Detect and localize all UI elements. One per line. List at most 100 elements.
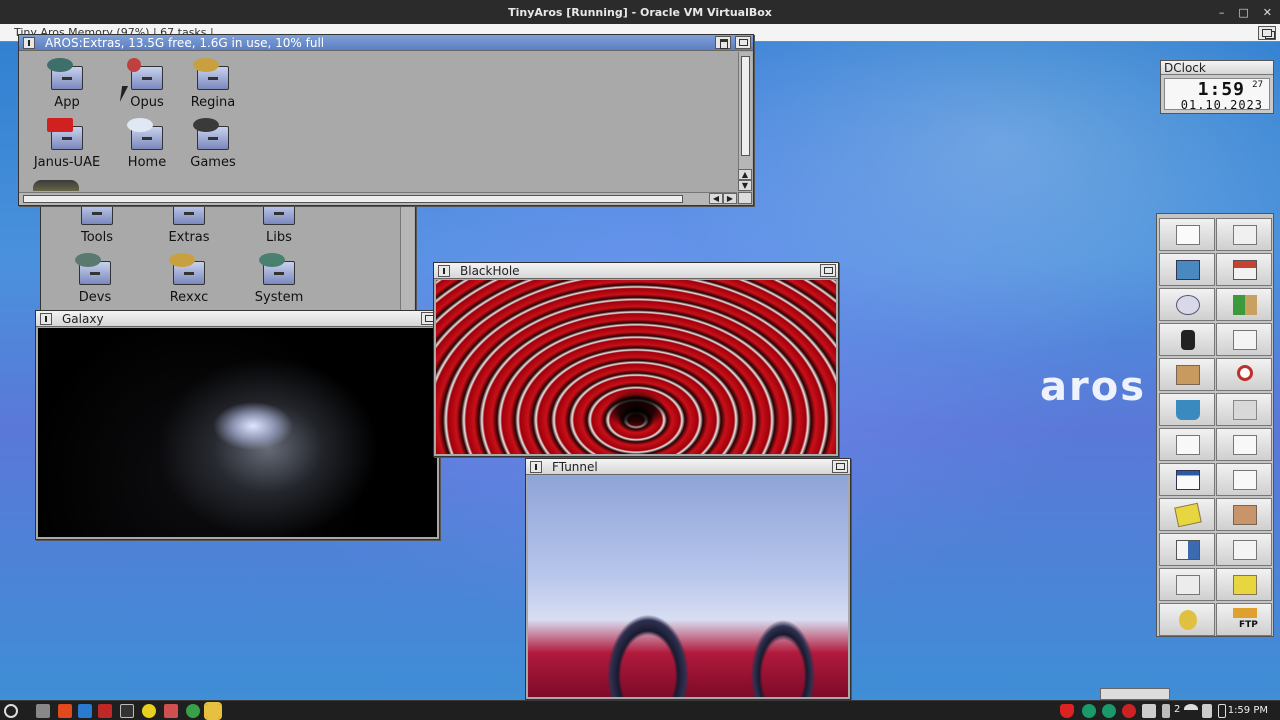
taskbar-clock[interactable]: 1:59 PM bbox=[1228, 701, 1268, 720]
drawer-icon bbox=[257, 205, 301, 227]
vscode-icon[interactable] bbox=[78, 704, 92, 718]
dock-calendar-button[interactable] bbox=[1159, 463, 1215, 496]
trash-icon bbox=[1176, 400, 1200, 420]
resize-gadget-icon[interactable] bbox=[738, 192, 752, 204]
drawer-icon-janus-uae[interactable]: Janus-UAE bbox=[27, 118, 107, 178]
drawer-icon-games[interactable]: Games bbox=[173, 118, 253, 178]
display-icon[interactable] bbox=[1142, 704, 1156, 718]
dock-window-button[interactable] bbox=[1216, 463, 1272, 496]
extras-window-titlebar[interactable]: AROS:Extras, 13.5G free, 1.6G in use, 10… bbox=[19, 35, 753, 51]
wifi-icon[interactable] bbox=[1184, 704, 1198, 714]
dclock-widget[interactable]: DClock 1:59 27 01.10.2023 bbox=[1160, 60, 1274, 114]
dock-arrow-button[interactable] bbox=[1216, 288, 1272, 321]
aros-desktop[interactable]: Tiny Aros Memory (97%) | 67 tasks | aros… bbox=[0, 24, 1280, 700]
extras-horizontal-scrollbar[interactable]: ◀ ▶ bbox=[19, 192, 737, 205]
terminal-icon[interactable] bbox=[120, 704, 134, 718]
system-drawer-window[interactable]: Tools Extras Libs Devs Rexxc System bbox=[40, 204, 416, 312]
dock-run-button[interactable] bbox=[1159, 323, 1215, 356]
depth-gadget-icon[interactable] bbox=[820, 264, 836, 277]
dock-box-button[interactable] bbox=[1216, 393, 1272, 426]
screen-depth-icon[interactable] bbox=[1258, 26, 1276, 40]
dock-notepad-button[interactable] bbox=[1159, 498, 1215, 531]
drawer-icon-devs[interactable]: Devs bbox=[55, 253, 135, 309]
app-icon[interactable] bbox=[164, 704, 178, 718]
browser-icon[interactable] bbox=[58, 704, 72, 718]
ftunnel-window[interactable]: FTunnel bbox=[525, 458, 851, 700]
close-gadget-icon[interactable] bbox=[23, 37, 35, 49]
record-icon[interactable] bbox=[1122, 704, 1136, 718]
blackhole-window[interactable]: BlackHole bbox=[433, 262, 839, 457]
zoom-gadget-icon[interactable] bbox=[715, 36, 731, 49]
dock-package-button[interactable] bbox=[1216, 498, 1272, 531]
shield-icon[interactable] bbox=[1060, 704, 1074, 718]
sun-icon[interactable] bbox=[142, 704, 156, 718]
icon-label: Rexxc bbox=[169, 290, 209, 305]
host-close-button[interactable]: ✕ bbox=[1263, 6, 1272, 19]
drawer-icon-tools[interactable]: Tools bbox=[57, 205, 137, 253]
galaxy-window[interactable]: Galaxy bbox=[35, 310, 440, 540]
partial-drawer-icon[interactable] bbox=[33, 180, 79, 191]
file-manager-icon[interactable] bbox=[36, 704, 50, 718]
extras-drawer-window[interactable]: AROS:Extras, 13.5G free, 1.6G in use, 10… bbox=[18, 34, 754, 206]
drawer-icon-system[interactable]: System bbox=[239, 253, 319, 309]
icon-label: Games bbox=[190, 155, 236, 170]
host-minimize-button[interactable]: – bbox=[1219, 6, 1225, 19]
home-icon bbox=[1233, 260, 1257, 280]
dock-note-button[interactable] bbox=[1159, 428, 1215, 461]
dock-user-button[interactable] bbox=[1159, 603, 1215, 636]
drawer-icon-rexxc[interactable]: Rexxc bbox=[149, 253, 229, 309]
partial-window-gadget-icon[interactable] bbox=[1100, 688, 1170, 700]
close-gadget-icon[interactable] bbox=[438, 265, 450, 277]
battery-icon[interactable] bbox=[1218, 704, 1226, 718]
depth-gadget-icon[interactable] bbox=[832, 460, 848, 473]
galaxy-window-titlebar[interactable]: Galaxy bbox=[36, 311, 439, 327]
icon-label: Devs bbox=[78, 290, 112, 305]
note-icon bbox=[1176, 435, 1200, 455]
dock-folder-button[interactable] bbox=[1159, 358, 1215, 391]
blackhole-window-title: BlackHole bbox=[460, 264, 520, 278]
drawer-icon bbox=[75, 205, 119, 227]
volume-icon[interactable] bbox=[1202, 704, 1212, 718]
drawer-icon-libs[interactable]: Libs bbox=[239, 205, 319, 253]
dock-storage-button[interactable] bbox=[1159, 533, 1215, 566]
dock-search-button[interactable] bbox=[1216, 358, 1272, 391]
extras-vertical-scroll-knob[interactable] bbox=[741, 56, 750, 156]
host-maximize-button[interactable]: □ bbox=[1238, 6, 1248, 19]
bluetooth-icon[interactable] bbox=[1082, 704, 1096, 718]
dock-home-button[interactable] bbox=[1216, 253, 1272, 286]
editor-icon[interactable] bbox=[98, 704, 112, 718]
drawer-icon-app[interactable]: App bbox=[27, 58, 107, 118]
dock-file-button[interactable] bbox=[1216, 533, 1272, 566]
close-gadget-icon[interactable] bbox=[40, 313, 52, 325]
dclock-face: 1:59 27 01.10.2023 bbox=[1164, 78, 1270, 112]
dock-window-button[interactable] bbox=[1216, 218, 1272, 251]
pen-icon[interactable] bbox=[1162, 704, 1170, 718]
scroll-right-arrow-icon[interactable]: ▶ bbox=[723, 193, 737, 204]
scroll-up-arrow-icon[interactable]: ▲ bbox=[738, 169, 752, 180]
notepad-icon bbox=[1174, 502, 1202, 528]
start-menu-icon[interactable] bbox=[4, 704, 18, 718]
network-icon[interactable] bbox=[1102, 704, 1116, 718]
dock-window-button[interactable] bbox=[1216, 428, 1272, 461]
drawer-icon-regina[interactable]: Regina bbox=[173, 58, 253, 118]
dock-window-button[interactable] bbox=[1159, 218, 1215, 251]
dock-print-button[interactable] bbox=[1159, 568, 1215, 601]
dock-disk-button[interactable] bbox=[1159, 253, 1215, 286]
close-gadget-icon[interactable] bbox=[530, 461, 542, 473]
dock-folder-button[interactable] bbox=[1216, 568, 1272, 601]
extras-vertical-scrollbar[interactable]: ▲ ▼ bbox=[738, 52, 752, 191]
dock-ftp-button[interactable]: FTP bbox=[1216, 603, 1272, 636]
drawer-icon-extras[interactable]: Extras bbox=[149, 205, 229, 253]
blackhole-window-titlebar[interactable]: BlackHole bbox=[434, 263, 838, 279]
scroll-left-arrow-icon[interactable]: ◀ bbox=[709, 193, 723, 204]
depth-gadget-icon[interactable] bbox=[735, 36, 751, 49]
system-drawer-scrollbar[interactable] bbox=[400, 205, 414, 311]
chrome-icon[interactable] bbox=[186, 704, 200, 718]
dock-prefs-button[interactable] bbox=[1159, 288, 1215, 321]
dock-trash-button[interactable] bbox=[1159, 393, 1215, 426]
dock-file-button[interactable] bbox=[1216, 323, 1272, 356]
scroll-down-arrow-icon[interactable]: ▼ bbox=[738, 180, 752, 191]
extras-horizontal-scroll-knob[interactable] bbox=[23, 195, 683, 203]
ftunnel-window-titlebar[interactable]: FTunnel bbox=[526, 459, 850, 475]
virtualbox-icon[interactable] bbox=[204, 702, 222, 720]
